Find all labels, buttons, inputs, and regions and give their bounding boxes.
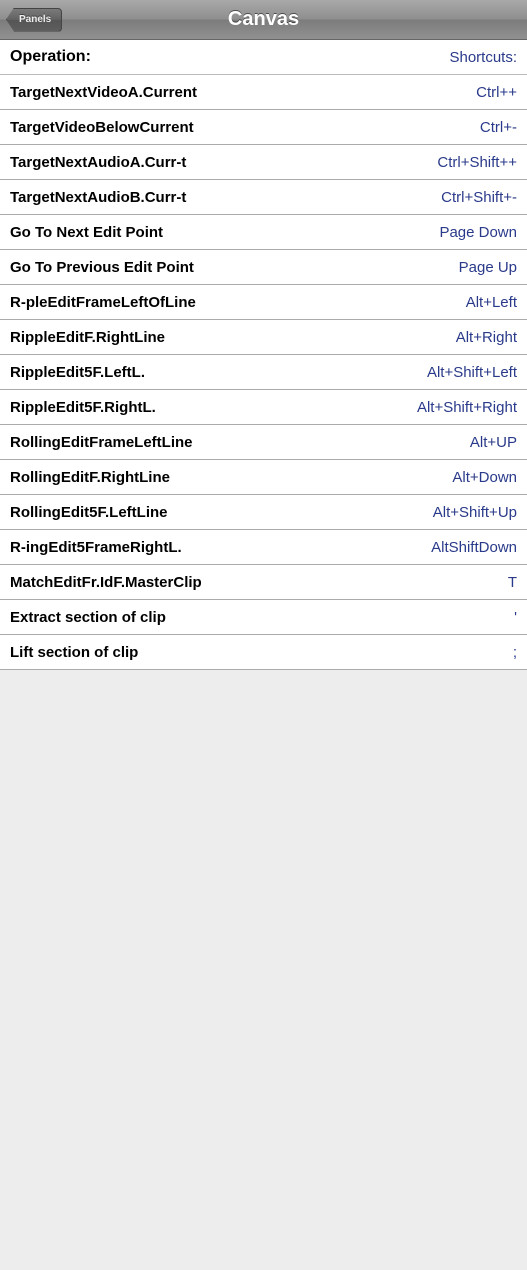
shortcut-value: Alt+Shift+Left <box>427 364 517 381</box>
shortcut-value: Alt+Left <box>466 294 517 311</box>
shortcut-value: Alt+Shift+Up <box>433 504 517 521</box>
back-button-label: Panels <box>19 14 51 25</box>
list-item[interactable]: TargetNextAudioA.Curr-t Ctrl+Shift++ <box>0 145 527 180</box>
shortcut-value: AltShiftDown <box>431 539 517 556</box>
shortcut-value: Page Up <box>459 259 517 276</box>
operation-label: TargetNextAudioA.Curr-t <box>10 154 186 171</box>
shortcut-value: Page Down <box>439 224 517 241</box>
list-item[interactable]: MatchEditFr.IdF.MasterClip T <box>0 565 527 600</box>
operation-label: R-pleEditFrameLeftOfLine <box>10 294 196 311</box>
list-item[interactable]: RippleEdit5F.LeftL. Alt+Shift+Left <box>0 355 527 390</box>
operation-label: RollingEditF.RightLine <box>10 469 170 486</box>
list-item[interactable]: RippleEditF.RightLine Alt+Right <box>0 320 527 355</box>
list-item[interactable]: Go To Next Edit Point Page Down <box>0 215 527 250</box>
shortcut-value: Ctrl++ <box>476 84 517 101</box>
operation-label: Go To Previous Edit Point <box>10 259 194 276</box>
titlebar: Panels Canvas <box>0 0 527 40</box>
operation-label: Extract section of clip <box>10 609 166 626</box>
shortcut-value: ; <box>513 644 517 661</box>
operation-label: Lift section of clip <box>10 644 138 661</box>
operation-header: Operation: <box>10 48 91 66</box>
operation-label: R-ingEdit5FrameRightL. <box>10 539 182 556</box>
operation-label: RollingEditFrameLeftLine <box>10 434 193 451</box>
shortcut-value: ' <box>514 609 517 626</box>
shortcuts-list: TargetNextVideoA.Current Ctrl++ TargetVide… <box>0 75 527 670</box>
shortcut-value: T <box>508 574 517 591</box>
list-item[interactable]: R-pleEditFrameLeftOfLine Alt+Left <box>0 285 527 320</box>
list-item[interactable]: R-ingEdit5FrameRightL. AltShiftDown <box>0 530 527 565</box>
shortcut-value: Alt+Down <box>452 469 517 486</box>
page-title: Canvas <box>0 8 527 31</box>
shortcut-value: Ctrl+Shift++ <box>437 154 517 171</box>
back-button[interactable]: Panels <box>6 8 62 32</box>
operation-label: RollingEdit5F.LeftLine <box>10 504 168 521</box>
list-item[interactable]: Go To Previous Edit Point Page Up <box>0 250 527 285</box>
list-item[interactable]: TargetVideoBelowCurrent Ctrl+- <box>0 110 527 145</box>
operation-label: RippleEdit5F.RightL. <box>10 399 156 416</box>
operation-label: MatchEditFr.IdF.MasterClip <box>10 574 202 591</box>
list-item[interactable]: Extract section of clip ' <box>0 600 527 635</box>
operation-label: TargetVideoBelowCurrent <box>10 119 194 136</box>
list-item[interactable]: Lift section of clip; <box>0 635 527 670</box>
operation-label: TargetNextAudioB.Curr-t <box>10 189 186 206</box>
list-item[interactable]: RollingEdit5F.LeftLine Alt+Shift+Up <box>0 495 527 530</box>
shortcuts-header: Shortcuts: <box>449 49 517 66</box>
empty-area <box>0 670 527 1270</box>
shortcut-value: Alt+Shift+Right <box>417 399 517 416</box>
list-item[interactable]: RippleEdit5F.RightL. Alt+Shift+Right <box>0 390 527 425</box>
operation-label: RippleEdit5F.LeftL. <box>10 364 145 381</box>
shortcut-value: Alt+UP <box>470 434 517 451</box>
list-item[interactable]: TargetNextVideoA.Current Ctrl++ <box>0 75 527 110</box>
list-item[interactable]: TargetNextAudioB.Curr-t Ctrl+Shift+- <box>0 180 527 215</box>
shortcut-value: Ctrl+- <box>480 119 517 136</box>
list-item[interactable]: RollingEditFrameLeftLine Alt+UP <box>0 425 527 460</box>
list-item[interactable]: RollingEditF.RightLine Alt+Down <box>0 460 527 495</box>
shortcut-value: Alt+Right <box>456 329 517 346</box>
operation-label: Go To Next Edit Point <box>10 224 163 241</box>
column-header-row: Operation: Shortcuts: <box>0 40 527 75</box>
operation-label: TargetNextVideoA.Current <box>10 84 197 101</box>
shortcut-value: Ctrl+Shift+- <box>441 189 517 206</box>
operation-label: RippleEditF.RightLine <box>10 329 165 346</box>
